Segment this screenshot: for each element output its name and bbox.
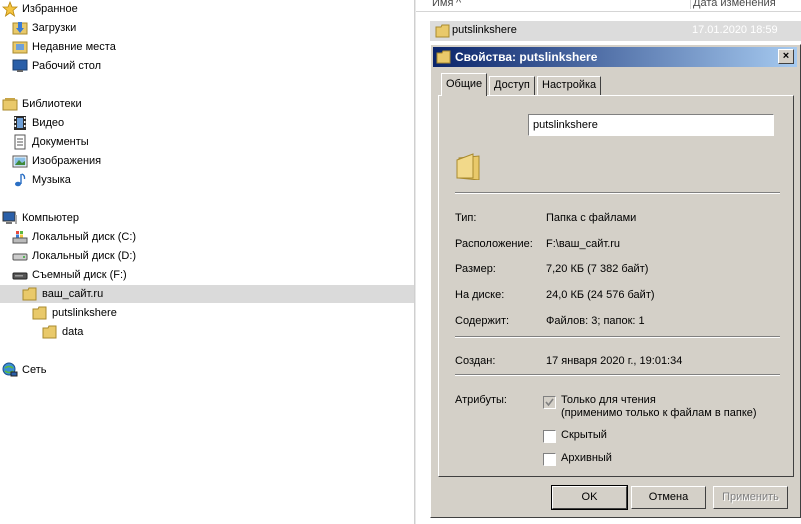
- file-row[interactable]: putslinkshere 17.01.2020 18:59: [430, 21, 801, 41]
- nav-music-label: Музыка: [32, 174, 71, 186]
- readonly-label: Только для чтения: [561, 394, 656, 406]
- nav-recent-label: Недавние места: [32, 41, 116, 53]
- apply-button[interactable]: Применить: [713, 486, 788, 509]
- folder-icon: [435, 24, 450, 38]
- close-icon: ×: [782, 50, 790, 62]
- large-folder-icon: [456, 153, 480, 180]
- navigation-pane: Избранное Загрузки Недавние места Рабочи…: [0, 0, 414, 524]
- size-value: 7,20 КБ (7 382 байт): [546, 263, 649, 275]
- windows-drive-icon: [12, 231, 28, 244]
- nav-video-label: Видео: [32, 117, 65, 129]
- location-label: Расположение:: [455, 238, 533, 250]
- location-value: F:\ваш_сайт.ru: [546, 238, 621, 250]
- dialog-title: Свойства: putslinkshere: [455, 50, 598, 64]
- nav-documents-label: Документы: [32, 136, 89, 148]
- ok-button[interactable]: OK: [551, 485, 628, 510]
- nav-computer-label: Компьютер: [22, 212, 79, 224]
- nav-images-label: Изображения: [32, 155, 102, 167]
- nav-favorites-label: Избранное: [22, 3, 78, 15]
- folder-icon: [42, 325, 57, 339]
- separator: [455, 374, 780, 376]
- properties-dialog: Свойства: putslinkshere × Общие Доступ Н…: [430, 44, 801, 518]
- column-header-row: Имя ^ Дата изменения: [416, 0, 801, 12]
- column-header-date[interactable]: Дата изменения: [690, 0, 776, 9]
- nav-libraries-label: Библиотеки: [22, 98, 82, 110]
- nav-desktop-label: Рабочий стол: [32, 60, 102, 72]
- hard-drive-icon: [12, 253, 28, 261]
- nav-data-label: data: [62, 326, 84, 338]
- dialog-titlebar[interactable]: Свойства: putslinkshere ×: [433, 47, 797, 67]
- separator: [455, 192, 780, 194]
- type-label: Тип:: [455, 212, 477, 224]
- nav-disk-c-label: Локальный диск (C:): [32, 231, 137, 243]
- nav-site-label: ваш_сайт.ru: [42, 288, 104, 300]
- nav-disk-f-label: Съемный диск (F:): [32, 269, 127, 281]
- network-icon: [2, 362, 18, 377]
- file-date: 17.01.2020 18:59: [692, 24, 778, 36]
- type-value: Папка с файлами: [546, 212, 637, 224]
- nav-disk-d-label: Локальный диск (D:): [32, 250, 137, 262]
- images-icon: [12, 155, 28, 168]
- readonly-note: (применимо только к файлам в папке): [561, 407, 757, 419]
- star-icon: [2, 1, 18, 17]
- folder-icon: [22, 287, 37, 301]
- folder-icon: [32, 306, 47, 320]
- hidden-label: Скрытый: [561, 429, 607, 441]
- contains-label: Содержит:: [455, 315, 510, 327]
- tab-panel-general: Тип: Папка с файлами Расположение: F:\ва…: [438, 95, 794, 477]
- close-button[interactable]: ×: [778, 49, 794, 64]
- created-label: Создан:: [455, 355, 496, 367]
- removable-drive-icon: [12, 272, 28, 280]
- folder-icon: [436, 50, 451, 64]
- folder-name-input[interactable]: [528, 114, 774, 136]
- music-note-icon: [15, 173, 26, 187]
- tab-customize[interactable]: Настройка: [537, 76, 602, 95]
- nav-downloads-label: Загрузки: [32, 22, 77, 34]
- sort-arrow-icon: ^: [456, 0, 462, 9]
- checkmark-icon: [545, 398, 554, 407]
- column-header-name[interactable]: Имя: [432, 0, 453, 9]
- file-name: putslinkshere: [452, 24, 517, 36]
- downloads-folder-icon: [12, 22, 28, 35]
- recent-places-icon: [12, 41, 28, 54]
- nav-putslinkshere-label: putslinkshere: [52, 307, 117, 319]
- attributes-label: Атрибуты:: [455, 394, 507, 406]
- computer-icon: [2, 211, 17, 224]
- libraries-icon: [2, 98, 18, 111]
- readonly-checkbox[interactable]: [543, 396, 556, 409]
- contains-value: Файлов: 3; папок: 1: [546, 315, 645, 327]
- nav-network-label: Сеть: [22, 364, 47, 376]
- tab-sharing[interactable]: Доступ: [489, 76, 535, 95]
- hidden-checkbox[interactable]: [543, 430, 556, 443]
- disk-size-label: На диске:: [455, 289, 505, 301]
- archive-label: Архивный: [561, 452, 612, 464]
- disk-size-value: 24,0 КБ (24 576 байт): [546, 289, 655, 301]
- nav-site-folder[interactable]: ваш_сайт.ru: [0, 285, 414, 303]
- desktop-icon: [12, 59, 28, 72]
- cancel-button[interactable]: Отмена: [631, 486, 706, 509]
- archive-checkbox[interactable]: [543, 453, 556, 466]
- created-value: 17 января 2020 г., 19:01:34: [546, 355, 683, 367]
- documents-icon: [14, 134, 26, 150]
- size-label: Размер:: [455, 263, 496, 275]
- separator: [455, 336, 780, 338]
- tab-general[interactable]: Общие: [441, 73, 488, 96]
- video-icon: [14, 116, 26, 130]
